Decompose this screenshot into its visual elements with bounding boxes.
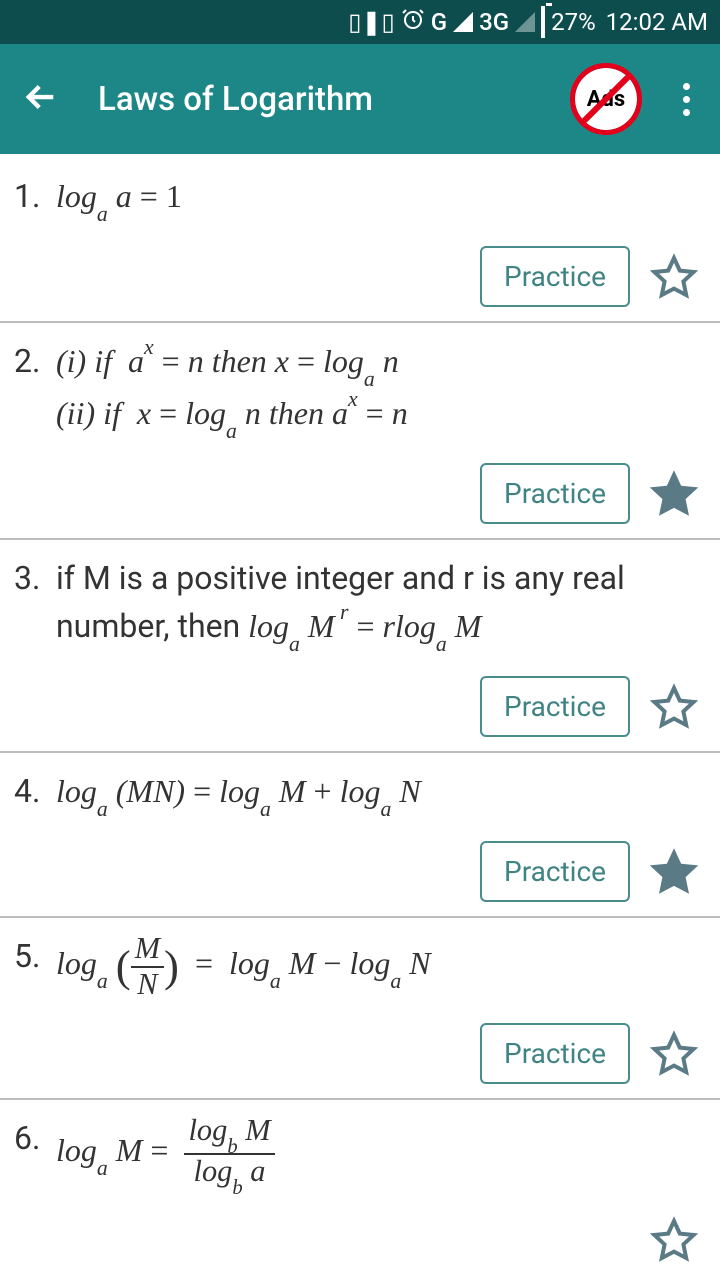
network-3g: 3G bbox=[479, 8, 509, 36]
list-item: 1. loga a = 1 Practice bbox=[0, 158, 720, 323]
practice-button[interactable]: Practice bbox=[480, 841, 630, 902]
status-bar: ▯❚▯ G 3G 27% 12:02 AM bbox=[0, 0, 720, 44]
list-item: 6. loga M = logb Mlogb a bbox=[0, 1100, 720, 1278]
signal-icon bbox=[453, 12, 473, 32]
formula: loga M = logb Mlogb a bbox=[56, 1114, 275, 1194]
favorite-star-icon[interactable] bbox=[650, 683, 698, 731]
practice-button[interactable]: Practice bbox=[480, 246, 630, 307]
battery-percent: 27% bbox=[551, 8, 596, 36]
formula: loga (MN) = loga M + loga N bbox=[56, 767, 421, 819]
item-number: 6. bbox=[14, 1114, 56, 1162]
practice-button[interactable]: Practice bbox=[480, 676, 630, 737]
item-number: 3. bbox=[14, 554, 56, 602]
battery-icon bbox=[541, 8, 545, 36]
content-list: 1. loga a = 1 Practice 2. (i) if ax = n … bbox=[0, 154, 720, 1278]
favorite-star-icon[interactable] bbox=[650, 253, 698, 301]
favorite-star-icon[interactable] bbox=[650, 470, 698, 518]
overflow-menu-icon[interactable] bbox=[673, 83, 700, 116]
list-item: 3. if M is a positive integer and r is a… bbox=[0, 540, 720, 753]
formula: loga a = 1 bbox=[56, 172, 182, 224]
no-ads-button[interactable]: Ads bbox=[575, 68, 637, 130]
favorite-star-icon[interactable] bbox=[650, 1216, 698, 1264]
favorite-star-icon[interactable] bbox=[650, 848, 698, 896]
item-number: 1. bbox=[14, 172, 56, 220]
formula: if M is a positive integer and r is any … bbox=[56, 554, 706, 654]
clock-time: 12:02 AM bbox=[606, 8, 708, 36]
list-item: 5. loga (MN) = loga M − loga N Practice bbox=[0, 918, 720, 1100]
app-bar: Laws of Logarithm Ads bbox=[0, 44, 720, 154]
list-item: 4. loga (MN) = loga M + loga N Practice bbox=[0, 753, 720, 918]
item-number: 2. bbox=[14, 337, 56, 385]
formula: (i) if ax = n then x = loga n (ii) if x … bbox=[56, 337, 408, 441]
practice-button[interactable]: Practice bbox=[480, 1023, 630, 1084]
vibrate-icon: ▯❚▯ bbox=[348, 8, 395, 36]
item-number: 4. bbox=[14, 767, 56, 815]
page-title: Laws of Logarithm bbox=[98, 80, 539, 119]
status-icons: ▯❚▯ G 3G 27% 12:02 AM bbox=[348, 7, 708, 37]
back-icon[interactable] bbox=[20, 76, 62, 122]
signal-icon-2 bbox=[515, 12, 535, 32]
favorite-star-icon[interactable] bbox=[650, 1030, 698, 1078]
network-type-icon: G bbox=[431, 8, 447, 36]
practice-button[interactable]: Practice bbox=[480, 463, 630, 524]
item-number: 5. bbox=[14, 932, 56, 980]
formula: loga (MN) = loga M − loga N bbox=[56, 932, 431, 1001]
list-item: 2. (i) if ax = n then x = loga n (ii) if… bbox=[0, 323, 720, 540]
alarm-icon bbox=[401, 7, 425, 37]
